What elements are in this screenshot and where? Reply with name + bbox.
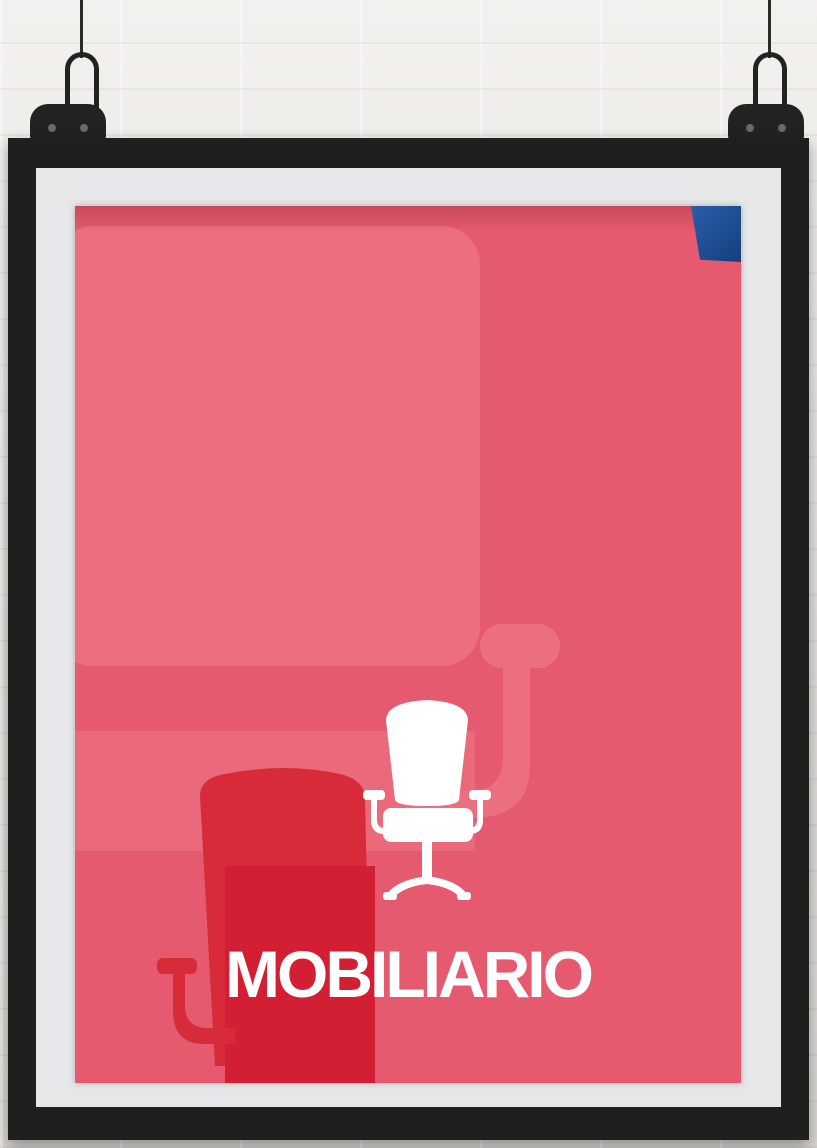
right-hook (753, 52, 787, 112)
left-poster-clip (30, 104, 106, 140)
poster-title: MOBILIARIO (225, 937, 594, 1011)
poster-top-shadow (75, 206, 741, 232)
office-chair-icon (361, 696, 493, 911)
right-hanging-wire (768, 0, 771, 58)
poster-mat: MOBILIARIO (36, 168, 781, 1107)
right-poster-clip (728, 104, 804, 140)
left-hanging-wire (80, 0, 83, 58)
poster[interactable]: MOBILIARIO (75, 206, 741, 1083)
left-hook (65, 52, 99, 112)
poster-frame: MOBILIARIO (8, 138, 809, 1140)
